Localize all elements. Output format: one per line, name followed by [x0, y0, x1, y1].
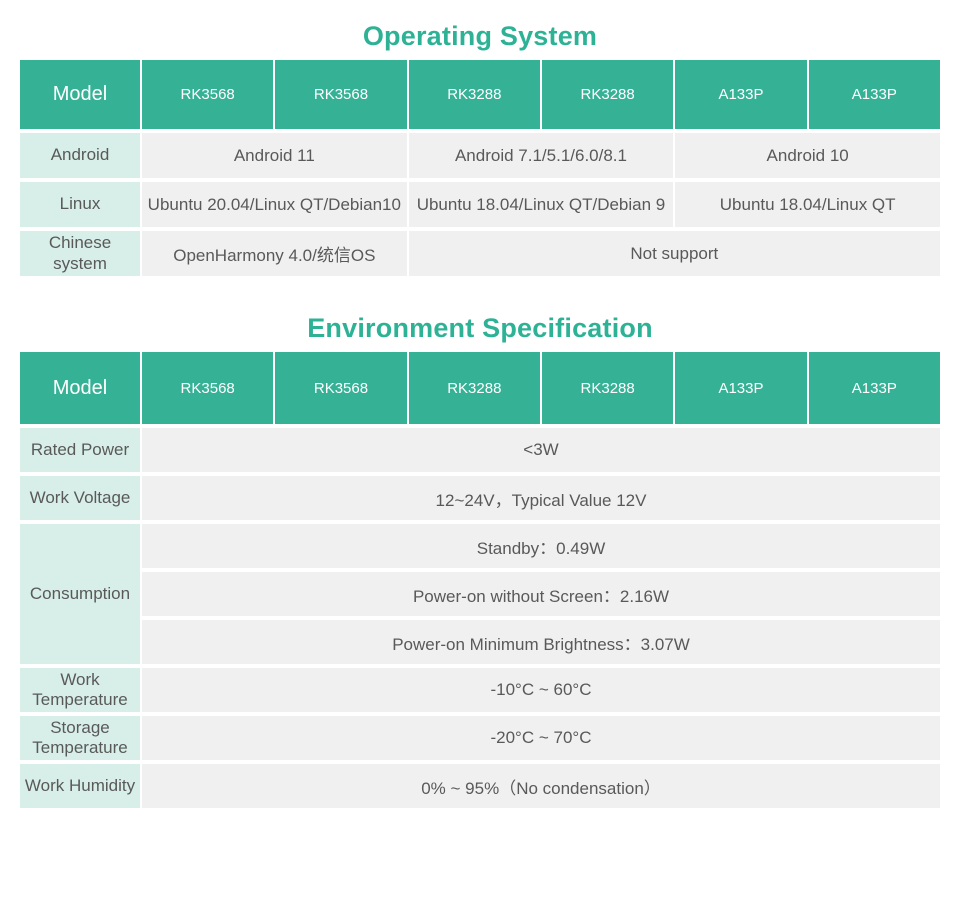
table-row: Power-on without Screen：2.16W: [20, 572, 940, 616]
spec-value-cell: -20°C ~ 70°C: [142, 716, 940, 760]
spec-value-cell: Not support: [409, 231, 940, 276]
table-row: Work Humidity0% ~ 95%（No condensation）: [20, 764, 940, 808]
row-label-cell: Rated Power: [20, 428, 140, 472]
table-row: Work Temperature-10°C ~ 60°C: [20, 668, 940, 712]
environment-specification-table: ModelRK3568RK3568RK3288RK3288A133PA133PR…: [18, 348, 942, 812]
header-row: ModelRK3568RK3568RK3288RK3288A133PA133P: [20, 352, 940, 424]
row-label-cell: Consumption: [20, 524, 140, 664]
spec-value-cell: Android 11: [142, 133, 407, 178]
model-header-cell: Model: [20, 60, 140, 129]
environment-specification-section: Environment Specification ModelRK3568RK3…: [0, 280, 960, 812]
column-header-cell: A133P: [675, 60, 806, 129]
column-header-cell: A133P: [809, 352, 940, 424]
column-header-cell: A133P: [809, 60, 940, 129]
spec-value-cell: Ubuntu 20.04/Linux QT/Debian10: [142, 182, 407, 227]
table-row: LinuxUbuntu 20.04/Linux QT/Debian10Ubunt…: [20, 182, 940, 227]
model-header-cell: Model: [20, 352, 140, 424]
operating-system-table: ModelRK3568RK3568RK3288RK3288A133PA133PA…: [18, 56, 942, 280]
spec-value-cell: Power-on without Screen：2.16W: [142, 572, 940, 616]
header-row: ModelRK3568RK3568RK3288RK3288A133PA133P: [20, 60, 940, 129]
row-label-cell: Storage Temperature: [20, 716, 140, 760]
operating-system-section: Operating System ModelRK3568RK3568RK3288…: [0, 0, 960, 280]
spec-value-cell: 12~24V，Typical Value 12V: [142, 476, 940, 520]
spec-value-cell: 0% ~ 95%（No condensation）: [142, 764, 940, 808]
column-header-cell: RK3288: [542, 352, 673, 424]
spec-value-cell: -10°C ~ 60°C: [142, 668, 940, 712]
row-label-cell: Work Humidity: [20, 764, 140, 808]
table-row: Power-on Minimum Brightness：3.07W: [20, 620, 940, 664]
spec-sheet-page: Operating System ModelRK3568RK3568RK3288…: [0, 0, 960, 900]
spec-value-cell: Android 10: [675, 133, 940, 178]
spec-value-cell: Ubuntu 18.04/Linux QT/Debian 9: [409, 182, 674, 227]
column-header-cell: RK3288: [409, 60, 540, 129]
spec-value-cell: <3W: [142, 428, 940, 472]
column-header-cell: RK3568: [275, 60, 406, 129]
table-row: Rated Power<3W: [20, 428, 940, 472]
table-row: ConsumptionStandby：0.49W: [20, 524, 940, 568]
spec-value-cell: Ubuntu 18.04/Linux QT: [675, 182, 940, 227]
column-header-cell: RK3288: [542, 60, 673, 129]
table-row: Chinese systemOpenHarmony 4.0/统信OSNot su…: [20, 231, 940, 276]
row-label-cell: Work Voltage: [20, 476, 140, 520]
column-header-cell: RK3288: [409, 352, 540, 424]
column-header-cell: RK3568: [275, 352, 406, 424]
spec-value-cell: OpenHarmony 4.0/统信OS: [142, 231, 407, 276]
spec-value-cell: Power-on Minimum Brightness：3.07W: [142, 620, 940, 664]
row-label-cell: Android: [20, 133, 140, 178]
spec-value-cell: Standby：0.49W: [142, 524, 940, 568]
row-label-cell: Linux: [20, 182, 140, 227]
column-header-cell: RK3568: [142, 352, 273, 424]
column-header-cell: A133P: [675, 352, 806, 424]
operating-system-title: Operating System: [0, 0, 960, 56]
table-row: AndroidAndroid 11Android 7.1/5.1/6.0/8.1…: [20, 133, 940, 178]
spec-value-cell: Android 7.1/5.1/6.0/8.1: [409, 133, 674, 178]
environment-specification-title: Environment Specification: [0, 280, 960, 348]
table-row: Storage Temperature-20°C ~ 70°C: [20, 716, 940, 760]
row-label-cell: Work Temperature: [20, 668, 140, 712]
table-row: Work Voltage12~24V，Typical Value 12V: [20, 476, 940, 520]
column-header-cell: RK3568: [142, 60, 273, 129]
row-label-cell: Chinese system: [20, 231, 140, 276]
